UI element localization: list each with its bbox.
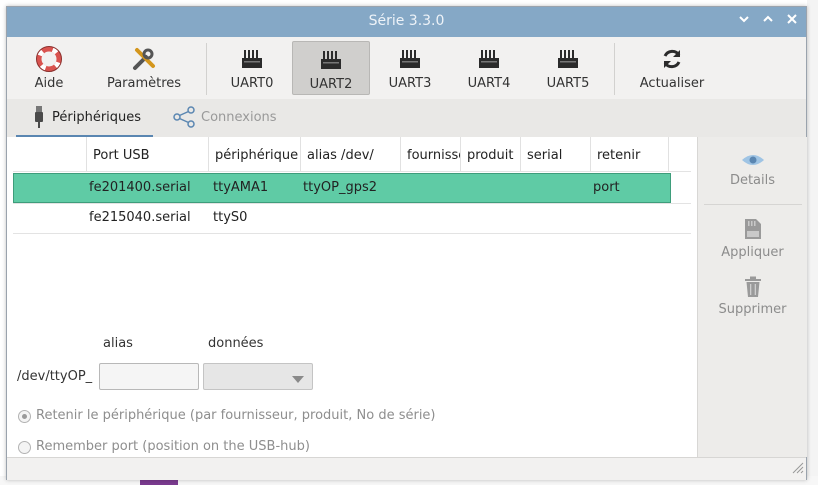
column-header-vendor[interactable]: fournisseur	[401, 137, 461, 171]
alias-input[interactable]	[99, 363, 199, 390]
uart0-label: UART0	[230, 76, 274, 91]
delete-label: Supprimer	[718, 302, 787, 317]
help-label: Aide	[34, 76, 64, 91]
cell-retain: port	[593, 180, 620, 195]
uart3-button[interactable]: UART3	[371, 41, 449, 95]
column-header-serial[interactable]: serial	[521, 137, 591, 171]
cell-device: ttyS0	[213, 210, 248, 225]
uart0-button[interactable]: UART0	[213, 41, 291, 95]
settings-button[interactable]: Paramètres	[99, 41, 189, 95]
column-header-alias[interactable]: alias /dev/	[301, 137, 401, 171]
table-row[interactable]: fe215040.serial ttyS0	[7, 203, 691, 233]
cell-port: fe201400.serial	[89, 180, 191, 195]
sidebar-separator	[704, 204, 802, 205]
column-header-product[interactable]: produit	[461, 137, 521, 171]
cell-port: fe215040.serial	[89, 210, 191, 225]
connector-icon	[293, 47, 369, 73]
dropdown-arrow-icon	[292, 373, 304, 388]
column-header-blank	[13, 137, 87, 171]
tab-peripheriques[interactable]: Périphériques	[16, 99, 153, 138]
table-header: Port USB périphérique alias /dev/ fourni…	[7, 137, 697, 171]
cell-alias: ttyOP_gps2	[303, 180, 378, 195]
data-combobox[interactable]	[203, 363, 313, 390]
uart4-button[interactable]: UART4	[450, 41, 528, 95]
table-row-selected[interactable]: fe201400.serial ttyAMA1 ttyOP_gps2 port	[13, 173, 671, 203]
uart3-label: UART3	[388, 76, 432, 91]
dev-prefix-label: /dev/ttyOP_	[17, 369, 93, 384]
column-header-device[interactable]: périphérique	[209, 137, 301, 171]
usb-plug-icon	[34, 105, 44, 129]
radio-remember-port-label: Remember port (position on the USB-hub)	[36, 439, 310, 454]
status-bar	[7, 457, 806, 480]
app-window: Série 3.3.0 Aide Paramètres UART0 UART2 …	[6, 6, 807, 480]
chevron-up-icon	[763, 15, 773, 22]
sd-card-icon	[698, 217, 807, 241]
uart2-label: UART2	[309, 77, 353, 92]
toolbar: Aide Paramètres UART0 UART2 UART3 UART4 …	[7, 37, 806, 103]
title-bar[interactable]: Série 3.3.0	[7, 7, 806, 37]
table-divider	[13, 233, 691, 234]
resize-grip-icon[interactable]	[788, 458, 804, 478]
help-button[interactable]: Aide	[13, 41, 85, 95]
tab-connexions[interactable]: Connexions	[173, 99, 293, 135]
details-button[interactable]: Details	[698, 153, 807, 188]
share-icon	[173, 106, 195, 128]
tab-bar: Périphériques Connexions	[7, 99, 806, 138]
toolbar-separator	[206, 43, 207, 95]
radio-retain-device[interactable]	[18, 410, 31, 423]
refresh-icon	[631, 46, 713, 72]
action-sidebar: Details Appliquer Supprimer	[697, 137, 807, 457]
uart5-button[interactable]: UART5	[529, 41, 607, 95]
close-button[interactable]	[783, 13, 801, 31]
data-label: données	[208, 336, 264, 351]
apply-label: Appliquer	[721, 245, 784, 260]
chevron-down-icon	[739, 16, 749, 23]
connector-icon	[213, 46, 291, 72]
connector-icon	[529, 46, 607, 72]
minimize-button[interactable]	[735, 13, 753, 31]
toolbar-separator	[614, 43, 615, 95]
delete-button[interactable]: Supprimer	[698, 276, 807, 317]
alias-label: alias	[103, 336, 133, 351]
radio-remember-port[interactable]	[18, 441, 31, 454]
refresh-label: Actualiser	[639, 76, 705, 91]
uart4-label: UART4	[467, 76, 511, 91]
table-divider	[13, 171, 691, 172]
tools-icon	[99, 46, 189, 72]
connector-icon	[450, 46, 528, 72]
uart2-button[interactable]: UART2	[292, 41, 370, 95]
device-panel: Port USB périphérique alias /dev/ fourni…	[7, 137, 697, 457]
tab-peripheriques-label: Périphériques	[52, 109, 142, 125]
lifebuoy-icon	[13, 46, 85, 72]
connector-icon	[371, 46, 449, 72]
desktop-background	[807, 0, 818, 485]
eye-icon	[698, 153, 807, 167]
column-header-retain[interactable]: retenir	[591, 137, 669, 171]
uart5-label: UART5	[546, 76, 590, 91]
details-label: Details	[729, 173, 776, 188]
cell-device: ttyAMA1	[213, 180, 269, 195]
radio-retain-device-label: Retenir le périphérique (par fournisseur…	[36, 408, 436, 423]
window-title: Série 3.3.0	[368, 13, 445, 29]
maximize-button[interactable]	[759, 13, 777, 31]
column-header-port[interactable]: Port USB	[87, 137, 209, 171]
apply-button[interactable]: Appliquer	[698, 217, 807, 260]
tab-connexions-label: Connexions	[201, 109, 277, 125]
refresh-button[interactable]: Actualiser	[631, 41, 713, 95]
close-icon	[787, 14, 797, 24]
trash-icon	[698, 276, 807, 298]
settings-label: Paramètres	[106, 76, 182, 91]
